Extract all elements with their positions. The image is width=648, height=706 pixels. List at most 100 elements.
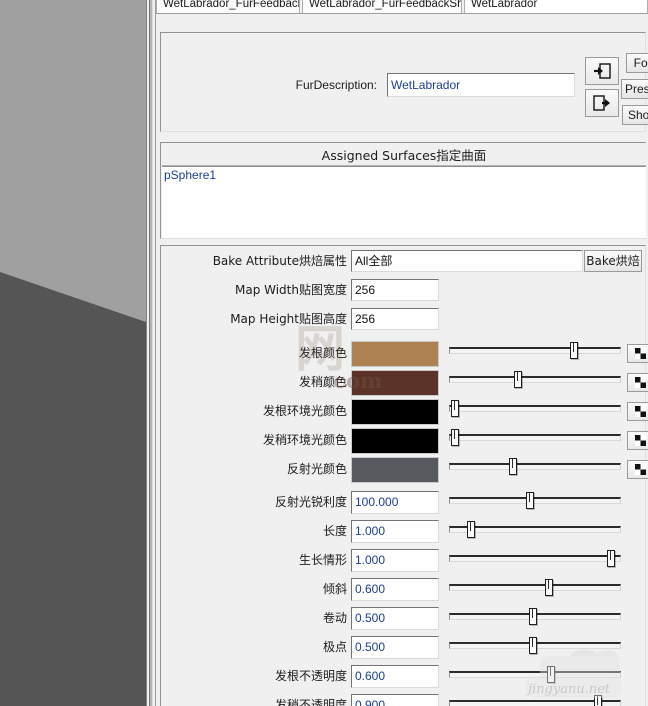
slider-knob[interactable]: [526, 492, 534, 509]
row-label: 长度: [161, 523, 347, 539]
value-slider[interactable]: [449, 578, 621, 596]
row-label: 生长情形: [161, 552, 347, 568]
slider-knob[interactable]: [594, 695, 602, 706]
maya-fur-attribute-editor-window: WetLabrador_FurFeedback WetLabrador_FurF…: [0, 0, 648, 706]
value-slider[interactable]: [449, 549, 621, 567]
panel-splitter[interactable]: [146, 0, 156, 706]
numeric-attribute-row: 生长情形1.000: [161, 549, 647, 573]
slider-knob[interactable]: [514, 371, 522, 388]
fur-attributes-group: Bake Attribute烘焙属性 All全部 Bake烘焙 Map Widt…: [160, 245, 646, 706]
color-intensity-slider[interactable]: [449, 428, 621, 446]
row-label: 倾斜: [161, 581, 347, 597]
map-width-label: Map Width贴图宽度: [171, 282, 347, 298]
slider-track[interactable]: [449, 463, 621, 470]
export-arrow-icon[interactable]: [585, 89, 619, 117]
slider-track[interactable]: [449, 434, 621, 441]
color-swatch[interactable]: [351, 341, 439, 367]
slider-knob[interactable]: [607, 550, 615, 567]
value-input[interactable]: 0.500: [351, 607, 439, 630]
import-arrow-icon[interactable]: [585, 57, 619, 85]
checker-map-glyph: [635, 406, 646, 417]
value-slider[interactable]: [449, 491, 621, 509]
focus-button[interactable]: Focus: [626, 53, 648, 73]
numeric-attribute-row: 极点0.500: [161, 636, 647, 660]
color-swatch[interactable]: [351, 457, 439, 483]
value-slider[interactable]: [449, 520, 621, 538]
slider-knob[interactable]: [547, 666, 555, 683]
value-input[interactable]: 0.900: [351, 694, 439, 706]
viewport-ground-plane: [0, 0, 146, 706]
color-attribute-row: 反射光颜色: [161, 457, 647, 483]
value-input[interactable]: 1.000: [351, 549, 439, 572]
value-slider[interactable]: [449, 636, 621, 654]
slider-knob[interactable]: [529, 608, 537, 625]
color-attribute-row: 发根颜色: [161, 341, 647, 367]
color-intensity-slider[interactable]: [449, 370, 621, 388]
tab-fur-feedback-shape[interactable]: WetLabrador_FurFeedbackShape: [302, 0, 462, 13]
row-label: 反射光颜色: [161, 461, 347, 477]
show-button[interactable]: Show: [622, 105, 648, 125]
assigned-surfaces-list[interactable]: pSphere1: [162, 166, 646, 238]
tab-wetlabrador[interactable]: WetLabrador: [464, 0, 648, 13]
bake-attribute-value[interactable]: All全部: [351, 250, 583, 272]
assigned-surfaces-group: Assigned Surfaces指定曲面 pSphere1: [160, 142, 646, 239]
value-input[interactable]: 0.500: [351, 636, 439, 659]
tab-fur-feedback[interactable]: WetLabrador_FurFeedback: [156, 0, 300, 13]
row-label: 发根不透明度: [161, 668, 347, 684]
color-swatch[interactable]: [351, 399, 439, 425]
value-input[interactable]: 0.600: [351, 578, 439, 601]
slider-knob[interactable]: [451, 400, 459, 417]
slider-knob[interactable]: [509, 458, 517, 475]
color-attribute-row: 发稍颜色: [161, 370, 647, 396]
list-item[interactable]: pSphere1: [162, 167, 646, 169]
color-swatch[interactable]: [351, 370, 439, 396]
checker-map-icon[interactable]: [627, 460, 648, 479]
maya-3d-viewport[interactable]: [0, 0, 146, 706]
color-intensity-slider[interactable]: [449, 457, 621, 475]
slider-track[interactable]: [449, 405, 621, 412]
row-label: 发根颜色: [161, 345, 347, 361]
color-intensity-slider[interactable]: [449, 399, 621, 417]
row-label: 反射光锐利度: [161, 494, 347, 510]
numeric-attribute-row: 卷动0.500: [161, 607, 647, 631]
export-arrow-glyph: [593, 95, 611, 111]
numeric-attribute-row: 长度1.000: [161, 520, 647, 544]
slider-knob[interactable]: [529, 637, 537, 654]
map-width-input[interactable]: 256: [351, 279, 439, 301]
value-input[interactable]: 100.000: [351, 491, 439, 514]
value-slider[interactable]: [449, 665, 621, 683]
value-input[interactable]: 1.000: [351, 520, 439, 543]
color-intensity-slider[interactable]: [449, 341, 621, 359]
checker-map-icon[interactable]: [627, 344, 648, 363]
slider-knob[interactable]: [467, 521, 475, 538]
slider-knob[interactable]: [570, 342, 578, 359]
value-slider[interactable]: [449, 694, 621, 706]
slider-track[interactable]: [449, 376, 621, 383]
bake-button[interactable]: Bake烘焙: [584, 250, 642, 272]
slider-track[interactable]: [449, 555, 621, 562]
map-height-input[interactable]: 256: [351, 308, 439, 330]
checker-map-icon[interactable]: [627, 402, 648, 421]
node-tab-strip: WetLabrador_FurFeedback WetLabrador_FurF…: [156, 0, 648, 14]
checker-map-glyph: [635, 348, 646, 359]
slider-track[interactable]: [449, 347, 621, 354]
color-swatch[interactable]: [351, 428, 439, 454]
slider-track[interactable]: [449, 497, 621, 504]
value-slider[interactable]: [449, 607, 621, 625]
splitter-grip[interactable]: [149, 0, 153, 706]
checker-map-glyph: [635, 435, 646, 446]
slider-track[interactable]: [449, 671, 621, 678]
value-input[interactable]: 0.600: [351, 665, 439, 688]
row-label: 卷动: [161, 610, 347, 626]
fur-description-group: FurDescription: WetLabrador: [160, 32, 646, 132]
bake-attribute-label: Bake Attribute烘焙属性: [171, 253, 347, 269]
row-label: 发稍不透明度: [161, 697, 347, 706]
import-arrow-glyph: [593, 63, 611, 79]
slider-knob[interactable]: [545, 579, 553, 596]
slider-knob[interactable]: [451, 429, 459, 446]
fur-description-input[interactable]: WetLabrador: [387, 73, 575, 97]
presets-button[interactable]: Presets: [621, 79, 648, 99]
checker-map-icon[interactable]: [627, 431, 648, 450]
slider-track[interactable]: [449, 584, 621, 591]
checker-map-icon[interactable]: [627, 373, 648, 392]
